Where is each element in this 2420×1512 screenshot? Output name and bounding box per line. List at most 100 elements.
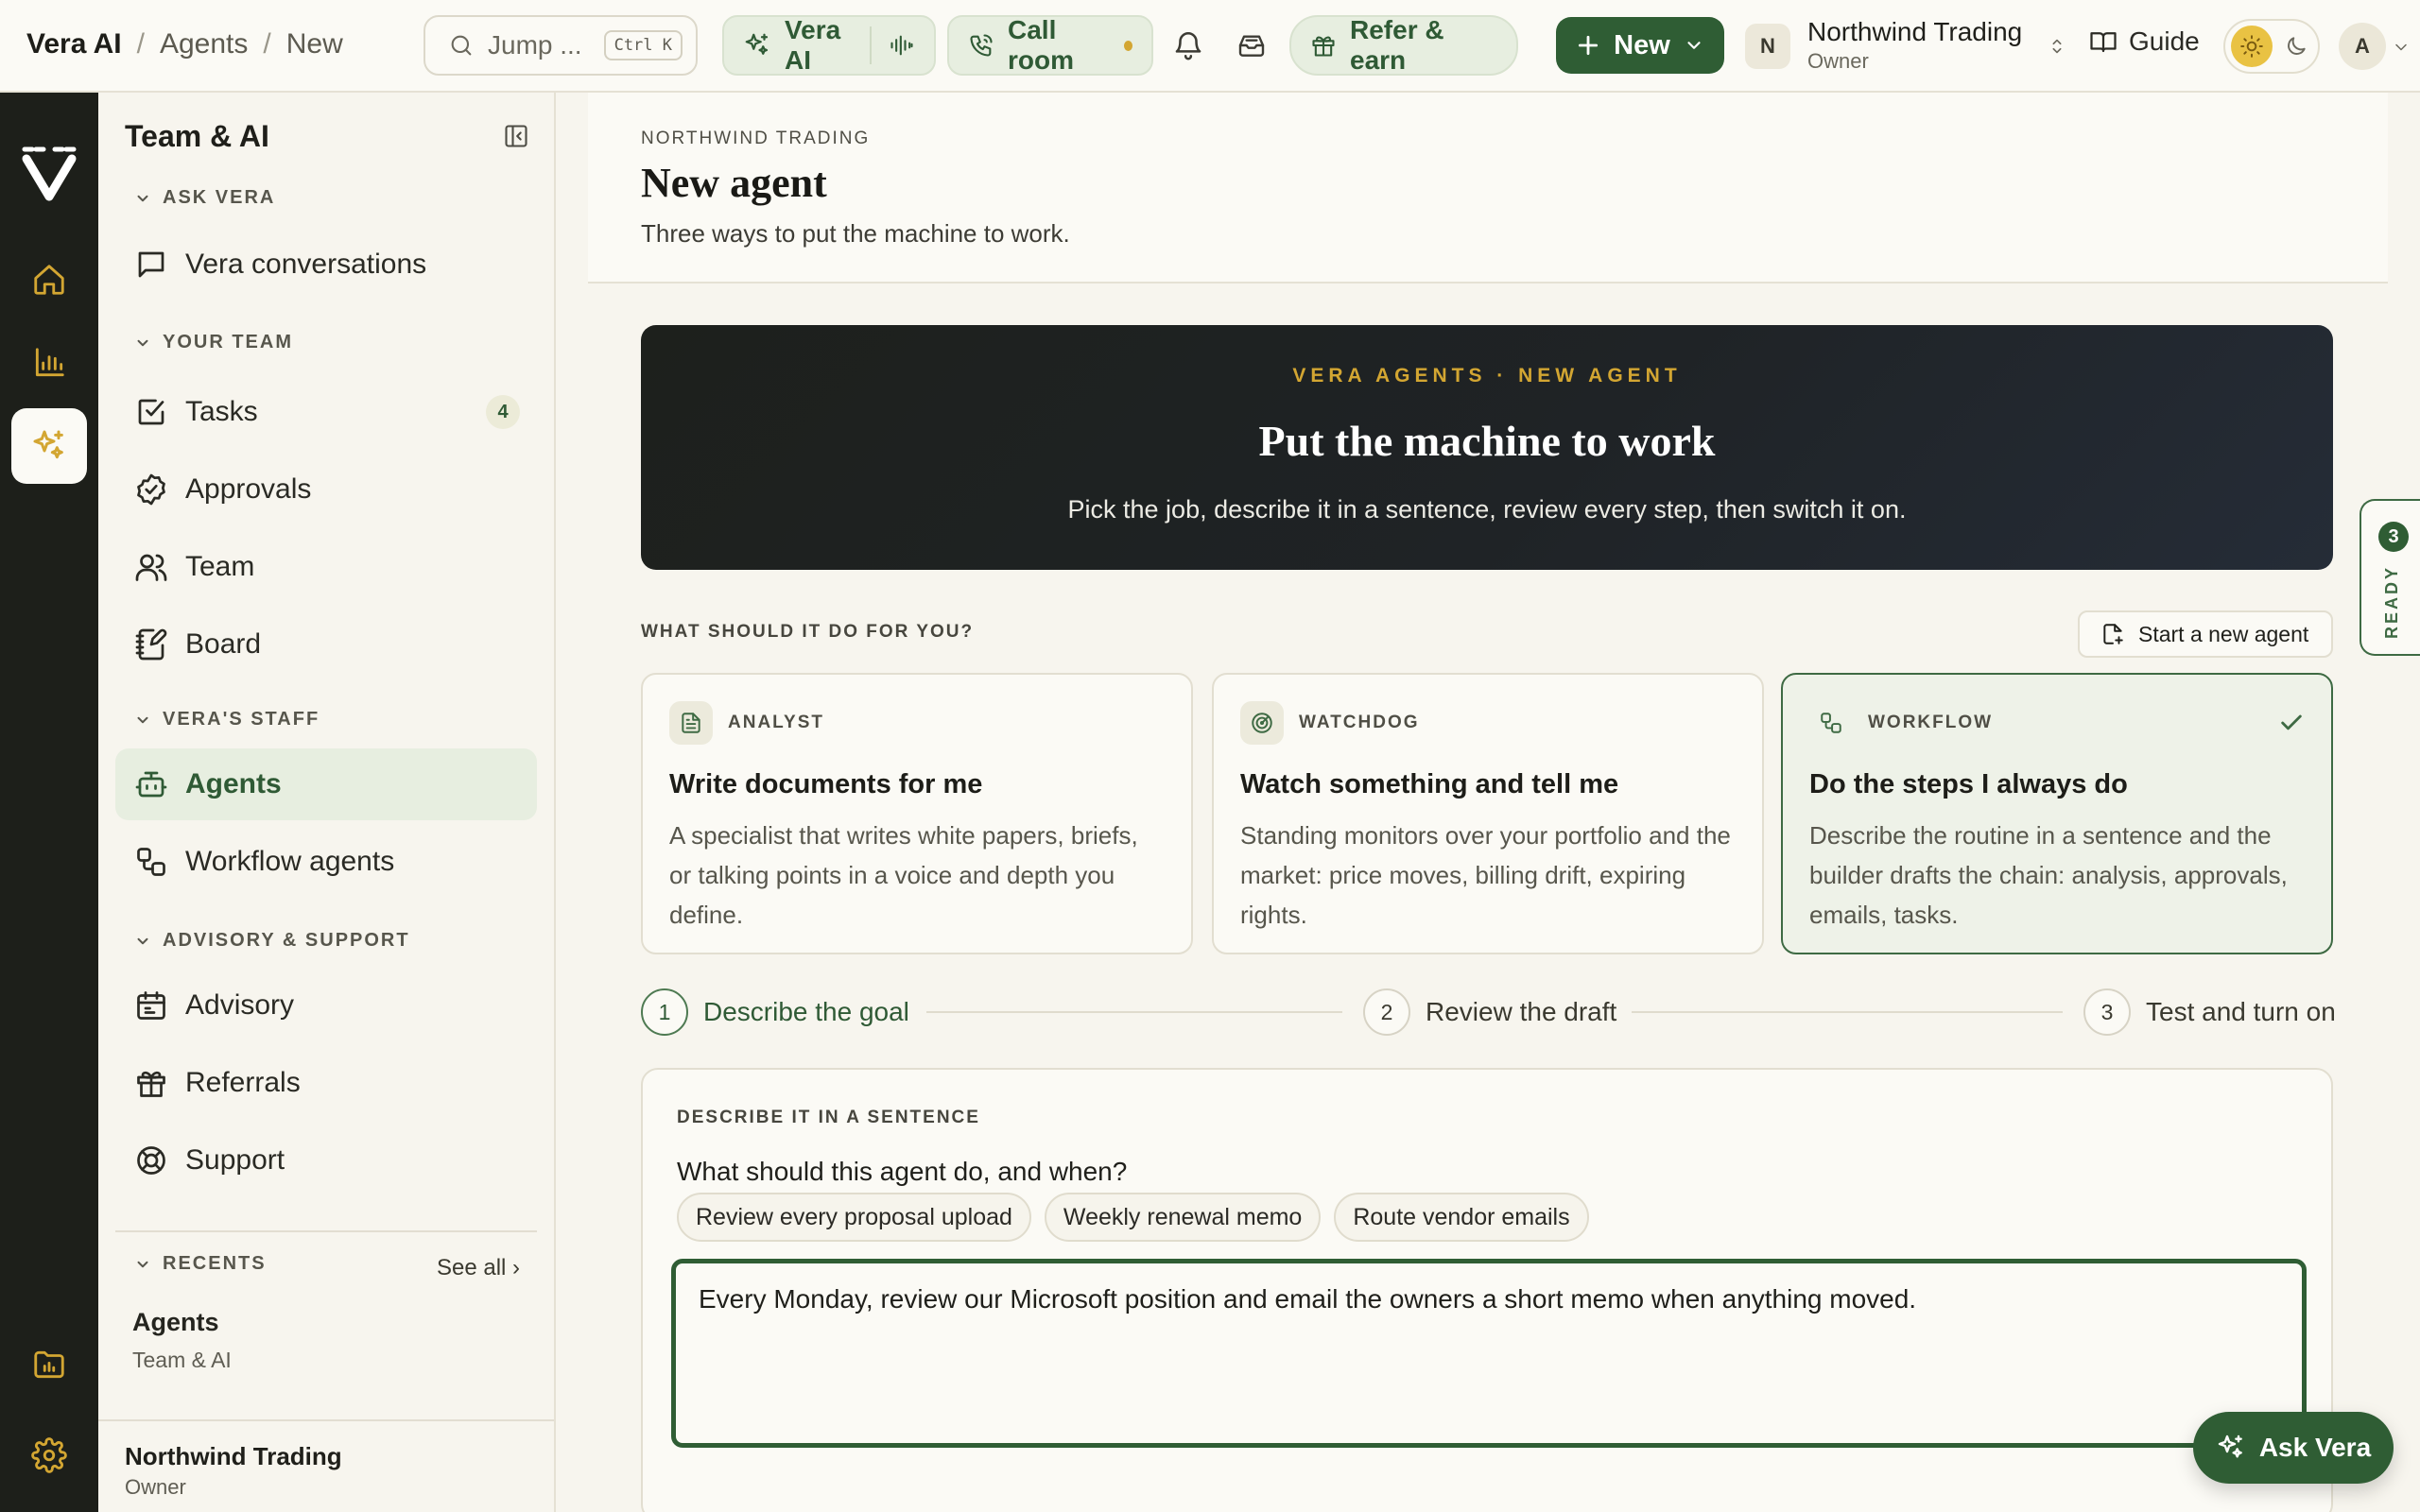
sidebar-item-support[interactable]: Support: [115, 1125, 537, 1196]
sidebar-item-vera-conversations[interactable]: Vera conversations: [115, 229, 537, 301]
section-veras-staff[interactable]: VERA'S STAFF: [134, 709, 320, 730]
section-advisory-support[interactable]: ADVISORY & SUPPORT: [134, 930, 410, 952]
breadcrumb-agents[interactable]: Agents: [160, 28, 248, 60]
step-number: 1: [641, 988, 688, 1036]
step-connector: [1632, 1011, 2063, 1013]
see-all-link[interactable]: See all ›: [437, 1255, 520, 1281]
workflow-icon: [1809, 701, 1853, 745]
sidebar-item-label: Board: [185, 628, 262, 660]
ready-label: READY: [2382, 564, 2401, 639]
refer-and-earn-button[interactable]: Refer & earn: [1289, 15, 1518, 76]
home-icon[interactable]: [11, 242, 87, 318]
recent-item-title[interactable]: Agents: [132, 1308, 219, 1337]
step-number: 2: [1363, 988, 1410, 1036]
chevron-down-icon: [134, 933, 151, 950]
page-eyebrow: NORTHWIND TRADING: [641, 129, 871, 148]
inbox-icon[interactable]: [1236, 30, 1267, 60]
card-description: Describe the routine in a sentence and t…: [1809, 821, 2288, 929]
new-label: New: [1614, 29, 1670, 60]
breadcrumb-app[interactable]: Vera AI: [26, 28, 122, 60]
users-icon: [134, 550, 168, 584]
sparkles-icon[interactable]: [11, 408, 87, 484]
sidebar-item-approvals[interactable]: Approvals: [115, 454, 537, 525]
card-description: A specialist that writes white papers, b…: [669, 821, 1138, 929]
sidebar-item-referrals[interactable]: Referrals: [115, 1047, 537, 1119]
ask-vera-label: Ask Vera: [2258, 1433, 2372, 1462]
new-button[interactable]: New: [1556, 17, 1724, 74]
ask-vera-button[interactable]: Ask Vera: [2193, 1412, 2394, 1484]
search-placeholder: Jump ...: [488, 30, 582, 60]
page-title: New agent: [641, 160, 827, 206]
card-kind: ANALYST: [728, 713, 824, 732]
suggestion-chip[interactable]: Route vendor emails: [1334, 1193, 1589, 1242]
sparkles-icon: [2216, 1433, 2246, 1463]
voice-waveform-icon[interactable]: [889, 32, 915, 59]
start-new-agent-button[interactable]: Start a new agent: [2078, 610, 2333, 658]
sun-icon[interactable]: [2231, 26, 2273, 67]
picker-label: WHAT SHOULD IT DO FOR YOU?: [641, 622, 975, 642]
sidebar-footer-org[interactable]: Northwind Trading Owner: [98, 1419, 554, 1512]
section-your-team[interactable]: YOUR TEAM: [134, 332, 293, 353]
sidebar-item-agents[interactable]: Agents: [115, 748, 537, 820]
bell-icon[interactable]: [1172, 28, 1204, 62]
plus-icon: [1576, 33, 1600, 58]
suggestion-chip[interactable]: Weekly renewal memo: [1044, 1193, 1322, 1242]
checkbox-icon: [134, 395, 168, 429]
settings-gear-icon[interactable]: [11, 1418, 87, 1493]
page-subtitle: Three ways to put the machine to work.: [641, 219, 1070, 248]
analytics-icon[interactable]: [11, 325, 87, 401]
sidebar-item-advisory[interactable]: Advisory: [115, 970, 537, 1041]
guide-button[interactable]: Guide: [2089, 26, 2200, 57]
vera-ai-button[interactable]: Vera AI: [722, 15, 936, 76]
guide-label: Guide: [2129, 26, 2200, 56]
sidebar-item-board[interactable]: Board: [115, 609, 537, 680]
breadcrumb-separator: /: [263, 28, 271, 60]
step-test-turn-on[interactable]: 3 Test and turn on: [2083, 988, 2336, 1037]
folder-chart-icon[interactable]: [11, 1327, 87, 1402]
section-label: YOUR TEAM: [163, 332, 293, 352]
suggestion-chip[interactable]: Review every proposal upload: [677, 1193, 1031, 1242]
chevron-down-icon: [134, 190, 151, 207]
sidebar-item-label: Support: [185, 1144, 285, 1176]
moon-icon[interactable]: [2284, 34, 2308, 59]
divider: [870, 26, 872, 64]
vera-logo[interactable]: [19, 144, 79, 204]
goal-description-input[interactable]: Every Monday, review our Microsoft posit…: [671, 1259, 2307, 1448]
org-switcher[interactable]: N Northwind Trading Owner: [1745, 17, 2067, 76]
ready-drawer-tab[interactable]: 3 READY: [2360, 499, 2420, 656]
chevron-down-icon: [134, 335, 151, 352]
breadcrumb-current: New: [285, 28, 343, 60]
avatar[interactable]: A: [2339, 23, 2386, 70]
chevron-down-icon[interactable]: [2392, 38, 2411, 57]
call-room-button[interactable]: Call room: [947, 15, 1153, 76]
live-status-dot: [1123, 40, 1132, 51]
calendar-icon: [134, 988, 168, 1022]
step-review-draft[interactable]: 2 Review the draft: [1363, 988, 1616, 1037]
sidebar-item-label: Workflow agents: [185, 846, 395, 877]
collapse-sidebar-icon[interactable]: [503, 123, 529, 149]
sidebar-item-team[interactable]: Team: [115, 531, 537, 603]
org-name: Northwind Trading: [1807, 17, 2023, 46]
sidebar-item-workflow-agents[interactable]: Workflow agents: [115, 826, 537, 898]
card-title: Write documents for me: [669, 769, 983, 799]
section-recents[interactable]: RECENTS: [134, 1253, 267, 1275]
badge-check-icon: [134, 472, 168, 507]
chevron-down-icon: [1684, 35, 1704, 56]
sidebar: Team & AI ASK VERA Vera conversations YO…: [98, 93, 556, 1512]
sidebar-title: Team & AI: [125, 119, 269, 153]
vera-ai-label: Vera AI: [785, 15, 841, 75]
hero-description: Pick the job, describe it in a sentence,…: [1067, 495, 1907, 524]
agent-type-card-watchdog[interactable]: WATCHDOG Watch something and tell me Sta…: [1212, 673, 1764, 954]
jump-search[interactable]: Jump ... Ctrl K: [424, 15, 698, 76]
gift-icon: [1310, 32, 1337, 59]
step-describe-goal[interactable]: 1 Describe the goal: [641, 988, 909, 1037]
call-room-label: Call room: [1008, 15, 1074, 75]
agent-type-card-analyst[interactable]: ANALYST Write documents for me A special…: [641, 673, 1193, 954]
describe-eyebrow: DESCRIBE IT IN A SENTENCE: [677, 1108, 980, 1127]
agent-type-card-workflow[interactable]: WORKFLOW Do the steps I always do Descri…: [1781, 673, 2333, 954]
divider: [115, 1230, 537, 1232]
describe-question: What should this agent do, and when?: [677, 1157, 1128, 1186]
section-ask-vera[interactable]: ASK VERA: [134, 187, 275, 209]
sidebar-item-tasks[interactable]: Tasks 4: [115, 376, 537, 448]
theme-toggle[interactable]: [2223, 19, 2320, 74]
